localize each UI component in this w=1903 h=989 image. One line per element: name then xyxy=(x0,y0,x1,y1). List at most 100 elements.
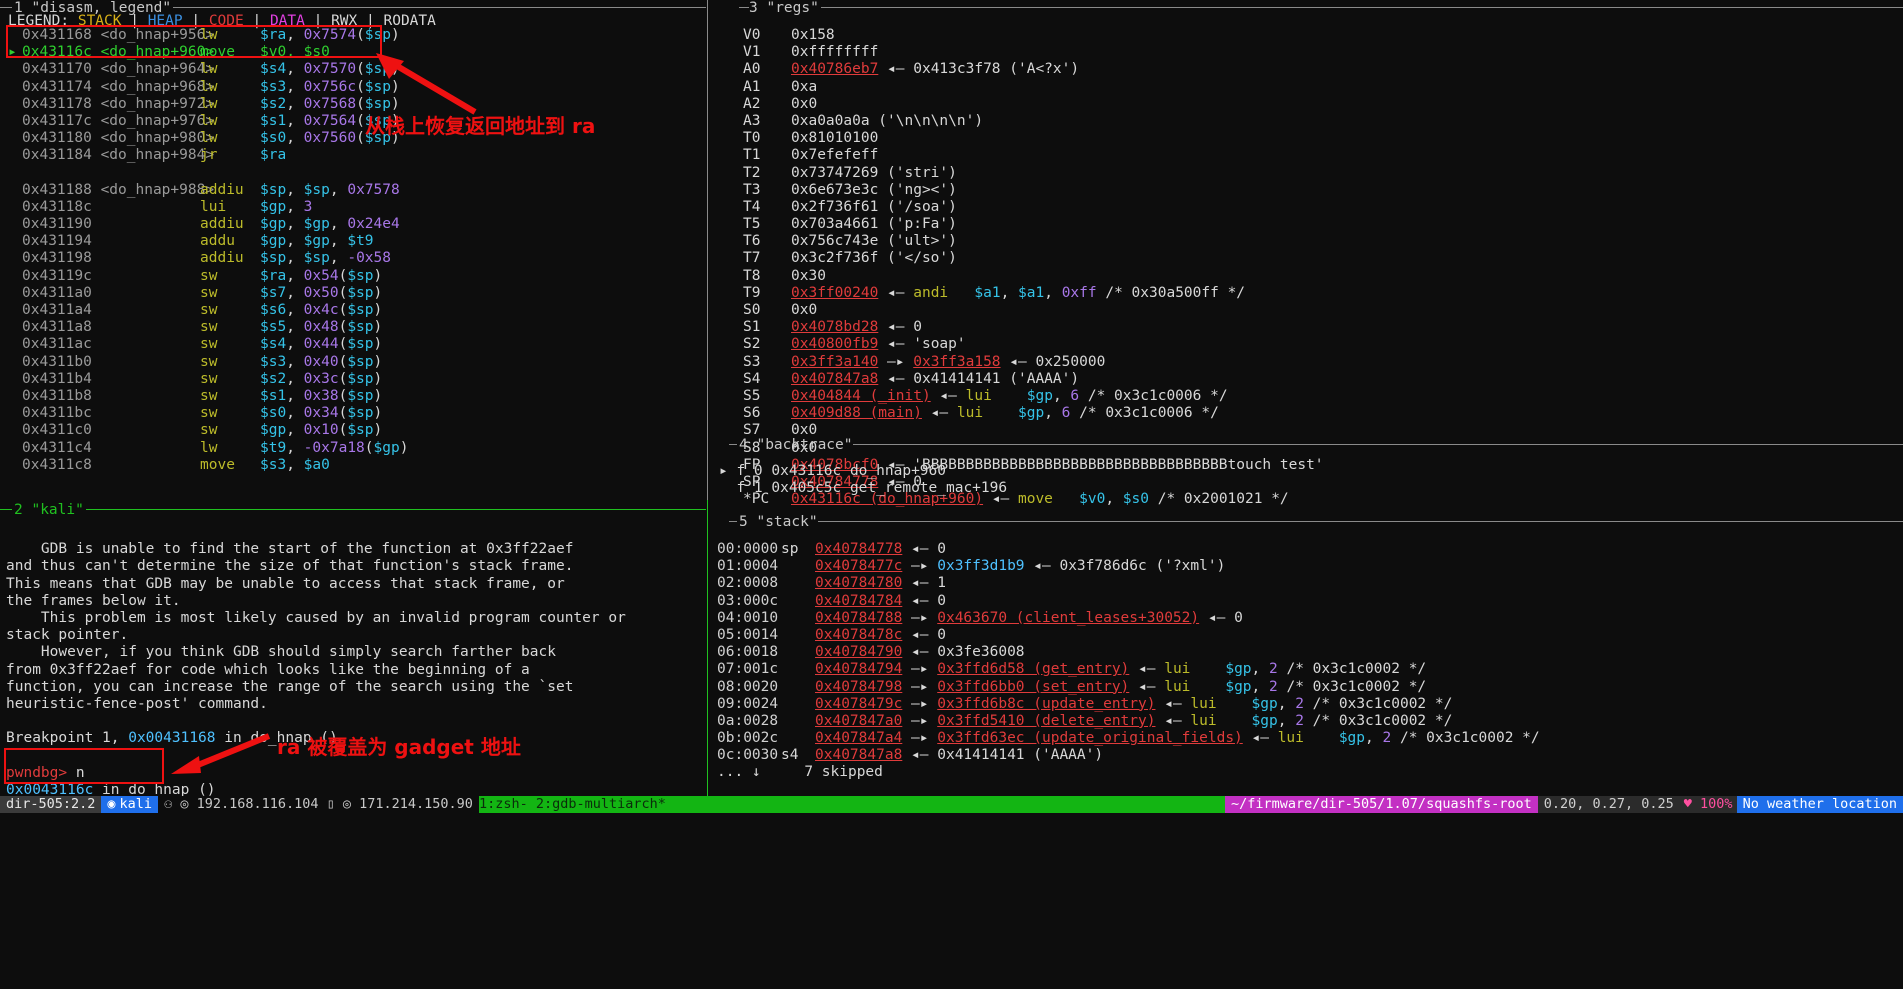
pane-divider-vertical-top[interactable] xyxy=(707,0,708,500)
register-row[interactable]: T0 0x81010100 xyxy=(743,130,1324,147)
status-session-name[interactable]: dir-505:2.2 xyxy=(0,796,102,813)
disasm-mnemonic: jr xyxy=(200,147,218,164)
disasm-row[interactable]: 0x4311a0 sw $s7, 0x50($sp) xyxy=(8,285,408,302)
tmux-status-bar[interactable]: dir-505:2.2 ◉ kali ⚇ ◎ 192.168.116.104 ▯… xyxy=(0,796,1903,813)
pane-regs[interactable]: 3 "regs" V0 0x158 V1 0xffffffff A0 0x40786… xyxy=(709,0,1903,507)
disasm-row[interactable]: 0x4311a4 sw $s6, 0x4c($sp) xyxy=(8,302,408,319)
stack-row[interactable]: 0a:0028 0x407847a0 —▸ 0x3ffd5410 (delete… xyxy=(717,713,1540,730)
disasm-row[interactable]: 0x431184 <do_hnap+984>jr $ra xyxy=(8,147,408,164)
status-weather[interactable]: No weather location xyxy=(1736,796,1903,813)
pane-divider-vertical-bottom[interactable] xyxy=(707,500,708,796)
disasm-row[interactable]: 0x431190 addiu $gp, $gp, 0x24e4 xyxy=(8,216,408,233)
register-row[interactable]: T5 0x703a4661 ('p:Fa') xyxy=(743,216,1324,233)
disasm-row[interactable]: 0x4311b4 sw $s2, 0x3c($sp) xyxy=(8,371,408,388)
status-window-list[interactable]: 1:zsh- 2:gdb-multiarch* xyxy=(478,796,1225,813)
register-row[interactable]: S0 0x0 xyxy=(743,302,1324,319)
register-row[interactable]: V0 0x158 xyxy=(743,27,1324,44)
register-row[interactable]: S2 0x40800fb9 ◂— 'soap' xyxy=(743,336,1324,353)
register-row[interactable]: A3 0xa0a0a0a ('\n\n\n\n') xyxy=(743,113,1324,130)
disasm-row[interactable]: 0x4311ac sw $s4, 0x44($sp) xyxy=(8,336,408,353)
stack-row[interactable]: 07:001c 0x40784794 —▸ 0x3ffd6d58 (get_en… xyxy=(717,661,1540,678)
disasm-row[interactable]: 0x431188 <do_hnap+988>addiu $sp, $sp, 0x7… xyxy=(8,182,408,199)
operand: , xyxy=(286,405,304,422)
disasm-row[interactable] xyxy=(8,165,408,182)
disasm-row[interactable]: 0x4311c8 move $s3, $a0 xyxy=(8,457,408,474)
backtrace-frame[interactable]: ▸ f 0 0x43116c do_hnap+960 xyxy=(719,463,1007,480)
register-row[interactable]: T3 0x6e673e3c ('ng><') xyxy=(743,182,1324,199)
register-row[interactable]: T6 0x756c743e ('ult>') xyxy=(743,233,1324,250)
operand: , xyxy=(286,250,304,267)
stack-row[interactable]: 0b:002c 0x407847a4 —▸ 0x3ffd63ec (update… xyxy=(717,730,1540,747)
register-row[interactable]: S4 0x407847a8 ◂— 0x41414141 ('AAAA') xyxy=(743,371,1324,388)
stack-row[interactable]: 04:0010 0x40784788 —▸ 0x463670 (client_l… xyxy=(717,610,1540,627)
disasm-row[interactable]: 0x4311b0 sw $s3, 0x40($sp) xyxy=(8,354,408,371)
stack-row[interactable]: 05:0014 0x4078478c ◂— 0 xyxy=(717,627,1540,644)
register-row[interactable]: A0 0x40786eb7 ◂— 0x413c3f78 ('A<?x') xyxy=(743,61,1324,78)
register-name: T0 xyxy=(743,130,787,147)
status-hostname[interactable]: ◉ kali xyxy=(101,796,159,813)
pane-backtrace[interactable]: 4 "backtrace" ▸ f 0 0x43116c do_hnap+960… xyxy=(709,437,1903,512)
disasm-row[interactable]: 0x431194 addu $gp, $gp, $t9 xyxy=(8,233,408,250)
disasm-row[interactable]: 0x431178 <do_hnap+972>lw $s2, 0x7568($sp) xyxy=(8,96,408,113)
register-row[interactable]: S1 0x4078bd28 ◂— 0 xyxy=(743,319,1324,336)
disasm-mnemonic: move xyxy=(200,44,235,61)
disasm-row[interactable]: 0x4311a8 sw $s5, 0x48($sp) xyxy=(8,319,408,336)
disasm-row[interactable]: 0x43118c lui $gp, 3 xyxy=(8,199,408,216)
register-row[interactable]: V1 0xffffffff xyxy=(743,44,1324,61)
status-current-path[interactable]: ~/firmware/dir-505/1.07/squashfs-root xyxy=(1225,796,1538,813)
register-name: T9 xyxy=(743,284,787,301)
disasm-row[interactable]: 0x4311bc sw $s0, 0x34($sp) xyxy=(8,405,408,422)
disasm-row[interactable]: 0x431180 <do_hnap+980>lw $s0, 0x7560($sp) xyxy=(8,130,408,147)
register-row[interactable]: T4 0x2f736f61 ('/soa') xyxy=(743,199,1324,216)
stack-row[interactable]: 00:0000 sp 0x40784778 ◂— 0 xyxy=(717,541,1540,558)
battery-icon: ♥ xyxy=(1683,796,1701,812)
register-row[interactable]: T7 0x3c2f736f ('</so') xyxy=(743,250,1324,267)
status-battery[interactable]: ♥ 100% xyxy=(1679,796,1737,813)
status-loadavg[interactable]: 0.20, 0.27, 0.25 xyxy=(1537,796,1680,813)
operand: $sp xyxy=(260,181,287,198)
disasm-row[interactable]: 0x4311b8 sw $s1, 0x38($sp) xyxy=(8,388,408,405)
disasm-row[interactable]: 0x43119c sw $ra, 0x54($sp) xyxy=(8,268,408,285)
disasm-row[interactable]: 0x431174 <do_hnap+968>lw $s3, 0x756c($sp) xyxy=(8,79,408,96)
disasm-row[interactable]: 0x43117c <do_hnap+976>lw $s1, 0x7564($sp) xyxy=(8,113,408,130)
disasm-row[interactable]: 0x4311c4 lw $t9, -0x7a18($gp) xyxy=(8,440,408,457)
register-value-part: ◂— xyxy=(878,336,914,353)
stack-dump[interactable]: 00:0000 sp 0x40784778 ◂— 0 01:0004 0x40784… xyxy=(717,541,1540,782)
backtrace-frame[interactable]: f 1 0x405c5c get_remote_mac+196 xyxy=(719,480,1007,497)
register-value-part: $gp xyxy=(1018,405,1045,422)
disasm-row[interactable]: 0x431170 <do_hnap+964>lw $s4, 0x7570($sp) xyxy=(8,61,408,78)
status-ip-addresses[interactable]: ⚇ ◎ 192.168.116.104 ▯ ◎ 171.214.150.90 xyxy=(158,796,479,813)
register-row[interactable]: S5 0x404844 (_init) ◂— lui $gp, 6 /* 0x3… xyxy=(743,388,1324,405)
stack-row[interactable]: 08:0020 0x40784798 —▸ 0x3ffd6bb0 (set_en… xyxy=(717,679,1540,696)
register-row[interactable]: T2 0x73747269 ('stri') xyxy=(743,165,1324,182)
disasm-listing[interactable]: 0x431168 <do_hnap+956>lw $ra, 0x7574($sp)… xyxy=(8,27,408,474)
stack-row[interactable]: 06:0018 0x40784790 ◂— 0x3fe36008 xyxy=(717,644,1540,661)
register-row[interactable]: T1 0x7efefeff xyxy=(743,147,1324,164)
operand: $s0 xyxy=(303,44,330,61)
disasm-row[interactable]: 0x431198 addiu $sp, $sp, -0x58 xyxy=(8,250,408,267)
stack-value-part: 0x407847a4 xyxy=(815,730,903,747)
stack-row[interactable]: 01:0004 0x4078477c —▸ 0x3ff3d1b9 ◂— 0x3f… xyxy=(717,558,1540,575)
stack-row[interactable]: 03:000c 0x40784784 ◂— 0 xyxy=(717,593,1540,610)
operand: ) xyxy=(373,353,383,370)
register-row[interactable]: T9 0x3ff00240 ◂— andi $a1, $a1, 0xff /* … xyxy=(743,285,1324,302)
register-row[interactable]: S6 0x409d88 (main) ◂— lui $gp, 6 /* 0x3c… xyxy=(743,405,1324,422)
stack-row[interactable]: 02:0008 0x40784780 ◂— 1 xyxy=(717,575,1540,592)
register-value-part: 0x3ff3a158 xyxy=(913,353,1001,370)
register-row[interactable]: A2 0x0 xyxy=(743,96,1324,113)
pane-stack[interactable]: 5 "stack" 00:0000 sp 0x40784778 ◂— 0 01:00… xyxy=(709,514,1903,792)
register-value-part: 0x40786eb7 xyxy=(791,61,879,78)
stack-row[interactable]: 09:0024 0x4078479c —▸ 0x3ffd6b8c (update… xyxy=(717,696,1540,713)
register-row[interactable]: A1 0xa xyxy=(743,79,1324,96)
annotation-note-1: 从栈上恢复返回地址到 ra xyxy=(365,114,596,138)
disasm-row[interactable]: 0x4311c0 sw $gp, 0x10($sp) xyxy=(8,422,408,439)
backtrace-frames[interactable]: ▸ f 0 0x43116c do_hnap+960 f 1 0x405c5c … xyxy=(719,463,1007,497)
stack-value-part: 0x407847a8 xyxy=(815,747,903,764)
register-row[interactable]: S3 0x3ff3a140 —▸ 0x3ff3a158 ◂— 0x250000 xyxy=(743,354,1324,371)
disasm-row[interactable]: ▸ 0x43116c <do_hnap+960>move $v0, $s0 xyxy=(8,44,408,61)
pane-disasm[interactable]: 1 "disasm, legend" LEGEND: STACK | HEAP … xyxy=(0,0,706,498)
disasm-row[interactable]: 0x431168 <do_hnap+956>lw $ra, 0x7574($sp) xyxy=(8,27,408,44)
stack-value: 0x40784790 ◂— 0x3fe36008 xyxy=(815,644,1025,660)
stack-row[interactable]: 0c:0030 s4 0x407847a8 ◂— 0x41414141 ('AAA… xyxy=(717,747,1540,764)
register-row[interactable]: T8 0x30 xyxy=(743,268,1324,285)
